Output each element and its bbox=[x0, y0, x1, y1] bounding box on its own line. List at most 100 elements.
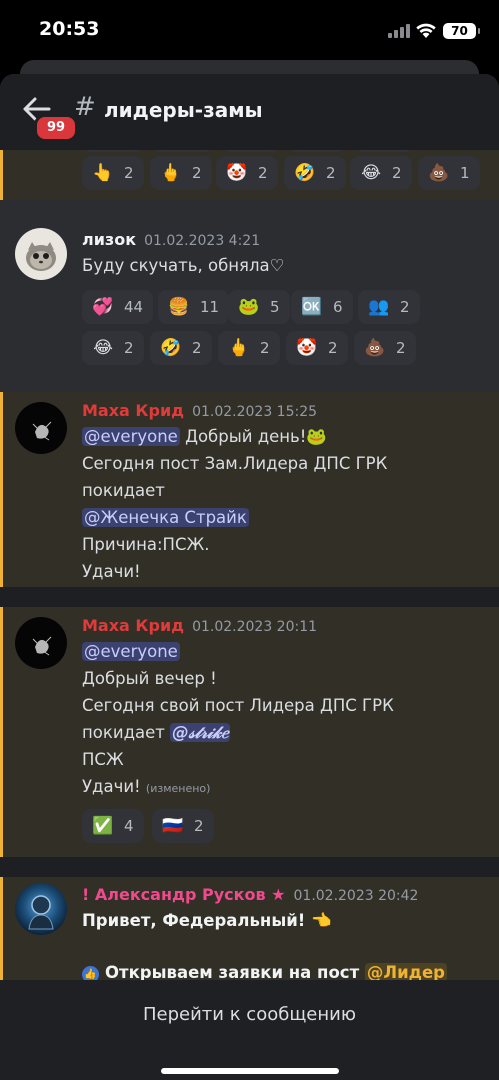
user-mention[interactable]: @𝓈𝓉𝓇𝒾𝓀𝑒 bbox=[170, 723, 231, 742]
author-name[interactable]: ! Александр Русков ★ bbox=[82, 885, 286, 904]
ok-icon: 🆗 bbox=[301, 297, 323, 317]
wifi-icon bbox=[416, 23, 436, 38]
burger-icon: 🍔 bbox=[168, 297, 190, 317]
avatar[interactable] bbox=[15, 228, 67, 280]
reaction-chip[interactable]: 😂 2 bbox=[350, 156, 412, 190]
middle-finger-icon: 🖕 bbox=[160, 163, 182, 183]
message-line: Добрый вечер ! bbox=[82, 669, 217, 688]
author-row: Маха Крид 01.02.2023 15:25 bbox=[82, 401, 317, 420]
thumbs-up-icon: 👍 bbox=[82, 966, 99, 980]
home-indicator[interactable] bbox=[161, 1068, 339, 1074]
astronaut-avatar-icon bbox=[28, 895, 54, 930]
message-line: @Женечка Страйк bbox=[82, 508, 249, 527]
user-mention[interactable]: @Женечка Страйк bbox=[82, 508, 249, 527]
author-row: ! Александр Русков ★ 01.02.2023 20:42 bbox=[82, 885, 418, 904]
reaction-chip[interactable]: ✅ 4 bbox=[82, 809, 144, 843]
clown-icon: 🤡 bbox=[226, 163, 248, 183]
previous-message: 👆 2 🖕 2 🤡 2 🤣 2 😂 2 💩 1 bbox=[0, 150, 499, 200]
pepe-icon: 🐸 bbox=[306, 427, 327, 446]
message-line: Сегодня свой пост Лидера ДПС ГРК bbox=[82, 696, 394, 715]
jump-bar: Перейти к сообщению bbox=[0, 980, 499, 1080]
everyone-mention[interactable]: @everyone bbox=[82, 427, 180, 446]
message-sheet: 99 # лидеры-замы 👆 2 🖕 2 🤡 2 � bbox=[0, 74, 499, 1080]
message-line: ПСЖ bbox=[82, 750, 124, 769]
role-mention[interactable]: @Лидер bbox=[364, 963, 447, 980]
message-text: Буду скучать, обняла♡ bbox=[82, 256, 285, 275]
reaction-chip[interactable]: 🤡 2 bbox=[286, 331, 348, 365]
avatar[interactable] bbox=[15, 883, 67, 935]
message-line: Причина:ПСЖ. bbox=[82, 535, 210, 554]
joy-icon: 😂 bbox=[361, 163, 381, 183]
reaction-chip[interactable]: 💩 1 bbox=[418, 156, 480, 190]
timestamp: 01.02.2023 4:21 bbox=[144, 233, 261, 249]
reaction-chip[interactable] bbox=[152, 150, 214, 152]
message-line: покидает @𝓈𝓉𝓇𝒾𝓀𝑒 bbox=[82, 723, 231, 742]
smoke-avatar-icon bbox=[32, 636, 52, 656]
rofl-icon: 🤣 bbox=[294, 163, 316, 183]
hash-icon: # bbox=[74, 92, 96, 122]
status-bar: 20:53 70 bbox=[0, 0, 499, 62]
avatar[interactable] bbox=[15, 617, 67, 669]
message-feed[interactable]: 👆 2 🖕 2 🤡 2 🤣 2 😂 2 💩 1 лизок 01.02.2023… bbox=[0, 150, 499, 980]
timestamp: 01.02.2023 20:11 bbox=[192, 619, 318, 635]
status-time: 20:53 bbox=[39, 18, 100, 40]
reaction-chip[interactable]: 😂 2 bbox=[82, 331, 144, 365]
message[interactable]: Маха Крид 01.02.2023 15:25 @everyone Добр… bbox=[0, 392, 499, 587]
timestamp: 01.02.2023 15:25 bbox=[192, 404, 318, 420]
block-pointer-icon: 👆 bbox=[92, 163, 114, 183]
pepe-icon: 🐸 bbox=[238, 297, 260, 317]
smoke-avatar-icon bbox=[32, 421, 52, 441]
message-line: покидает bbox=[82, 481, 165, 500]
battery-icon: 70 bbox=[443, 23, 480, 39]
middle-finger-icon: 🖕 bbox=[228, 338, 250, 358]
reaction-chip[interactable]: 🍔 11 bbox=[158, 290, 230, 324]
author-name[interactable]: Маха Крид bbox=[82, 616, 184, 635]
reaction-chip[interactable]: 🆗 6 bbox=[291, 290, 353, 324]
message-line: Удачи! bbox=[82, 562, 141, 581]
reaction-chip[interactable]: 🖕 2 bbox=[150, 156, 212, 190]
channel-title: лидеры-замы bbox=[104, 98, 263, 122]
reaction-chip[interactable]: 👆 2 bbox=[82, 156, 144, 190]
reaction-chip[interactable]: 🐸 5 bbox=[228, 290, 290, 324]
joy-icon: 😂 bbox=[93, 338, 113, 358]
channel-header: 99 # лидеры-замы bbox=[0, 74, 499, 150]
unread-badge: 99 bbox=[34, 114, 78, 142]
reaction-chip[interactable]: 🤡 2 bbox=[216, 156, 278, 190]
everyone-mention[interactable]: @everyone bbox=[82, 642, 180, 661]
clown-icon: 🤡 bbox=[296, 338, 318, 358]
message-line: Сегодня пост Зам.Лидера ДПС ГРК bbox=[82, 454, 388, 473]
message[interactable]: Маха Крид 01.02.2023 20:11 @everyone Добр… bbox=[0, 607, 499, 857]
message-line: @everyone bbox=[82, 642, 180, 661]
author-row: Маха Крид 01.02.2023 20:11 bbox=[82, 616, 317, 635]
hearts-icon: 💞 bbox=[92, 297, 114, 317]
cat-avatar-icon bbox=[26, 242, 56, 271]
reaction-chip[interactable]: 💞 44 bbox=[82, 290, 154, 324]
signal-icon bbox=[388, 24, 410, 38]
reaction-chip[interactable]: 🇷🇺 2 bbox=[152, 809, 214, 843]
poop-icon: 💩 bbox=[364, 338, 386, 358]
message-line: @everyone Добрый день!🐸 bbox=[82, 427, 327, 446]
people-icon: 👥 bbox=[368, 297, 390, 317]
poop-icon: 💩 bbox=[428, 163, 450, 183]
reaction-chip[interactable]: 👥 2 bbox=[358, 290, 420, 324]
check-icon: ✅ bbox=[92, 816, 114, 836]
reaction-chip[interactable] bbox=[354, 150, 414, 152]
edited-label: (изменено) bbox=[145, 782, 211, 795]
avatar[interactable] bbox=[15, 402, 67, 454]
timestamp: 01.02.2023 20:42 bbox=[293, 888, 419, 904]
reaction-chip[interactable]: 💩 2 bbox=[354, 331, 416, 365]
reaction-chip[interactable] bbox=[222, 150, 280, 152]
reaction-chip[interactable]: 🖕 2 bbox=[218, 331, 280, 365]
author-name[interactable]: лизок bbox=[82, 230, 136, 249]
reaction-chip[interactable]: 🤣 2 bbox=[150, 331, 212, 365]
message[interactable]: ! Александр Русков ★ 01.02.2023 20:42 При… bbox=[0, 877, 499, 980]
message-line: 👍 Открываем заявки на пост @Лидер bbox=[82, 963, 447, 980]
reaction-chip[interactable] bbox=[288, 150, 346, 152]
author-row: лизок 01.02.2023 4:21 bbox=[82, 230, 260, 249]
reaction-chip[interactable] bbox=[82, 150, 144, 152]
author-name[interactable]: Маха Крид bbox=[82, 401, 184, 420]
reaction-chip[interactable]: 🤣 2 bbox=[284, 156, 346, 190]
russia-flag-icon: 🇷🇺 bbox=[162, 816, 184, 836]
jump-to-message-button[interactable]: Перейти к сообщению bbox=[0, 1004, 499, 1025]
message-line: Удачи! (изменено) bbox=[82, 777, 211, 796]
